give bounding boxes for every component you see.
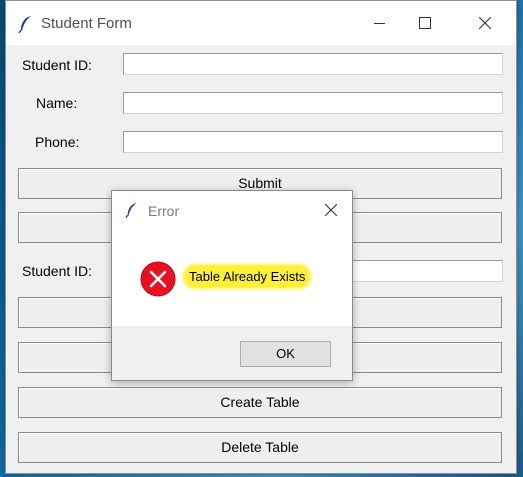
delete-table-button[interactable]: Delete Table bbox=[18, 432, 502, 463]
minimize-icon bbox=[373, 22, 385, 24]
maximize-icon bbox=[419, 17, 431, 29]
name-input[interactable] bbox=[123, 92, 503, 114]
error-message: Table Already Exists bbox=[185, 266, 310, 287]
error-icon bbox=[140, 261, 176, 297]
window-title: Student Form bbox=[41, 15, 132, 32]
close-icon bbox=[325, 204, 337, 216]
error-dialog: Error Table Already Exists OK bbox=[111, 190, 353, 381]
student-id-input[interactable] bbox=[123, 53, 503, 75]
student-id-label: Student ID: bbox=[22, 57, 93, 73]
phone-input[interactable] bbox=[123, 131, 503, 153]
phone-label: Phone: bbox=[35, 134, 80, 150]
window-titlebar[interactable]: Student Form bbox=[6, 1, 516, 45]
close-button[interactable] bbox=[462, 1, 508, 45]
dialog-titlebar[interactable]: Error bbox=[112, 191, 352, 229]
dialog-body: Table Already Exists bbox=[112, 229, 352, 326]
feather-icon bbox=[18, 16, 31, 33]
maximize-button[interactable] bbox=[402, 1, 448, 45]
ok-button[interactable]: OK bbox=[240, 341, 331, 367]
close-icon bbox=[479, 17, 491, 29]
dialog-close-button[interactable] bbox=[320, 199, 342, 221]
dialog-title: Error bbox=[148, 203, 180, 219]
search-student-id-label: Student ID: bbox=[22, 263, 93, 279]
create-table-button[interactable]: Create Table bbox=[18, 387, 502, 418]
feather-icon bbox=[125, 203, 137, 218]
name-label: Name: bbox=[36, 95, 78, 111]
minimize-button[interactable] bbox=[356, 1, 402, 45]
